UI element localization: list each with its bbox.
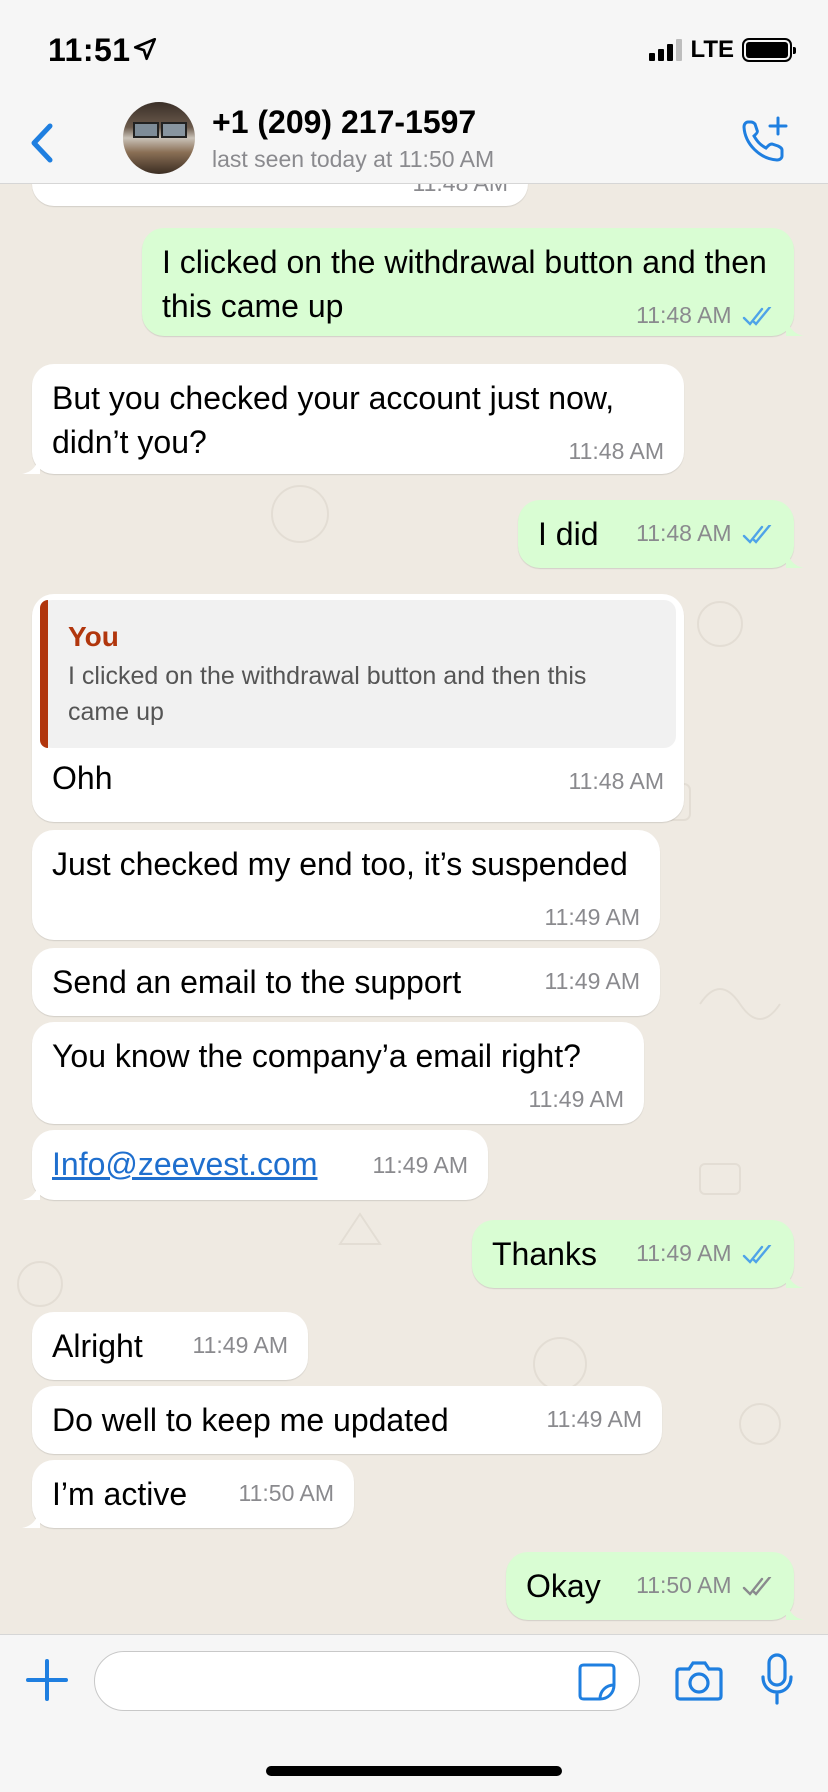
read-receipt-icon xyxy=(742,524,772,544)
battery-icon xyxy=(742,38,796,62)
avatar[interactable] xyxy=(123,102,195,174)
message-text: Just checked my end too, it’s suspended xyxy=(52,846,628,882)
message-bubble-incoming-reply[interactable]: You I clicked on the withdrawal button a… xyxy=(32,594,684,822)
chat-messages[interactable]: 11:48 AM I clicked on the withdrawal but… xyxy=(0,184,828,1634)
message-bubble-incoming[interactable]: You know the company’a email right? 11:4… xyxy=(32,1022,644,1124)
message-input[interactable] xyxy=(94,1651,640,1711)
sticker-icon[interactable] xyxy=(576,1661,618,1703)
email-link[interactable]: Info@zeevest.com xyxy=(52,1146,317,1182)
bubble-tail xyxy=(22,1506,40,1528)
message-time: 11:49 AM xyxy=(544,968,640,994)
quoted-text: I clicked on the withdrawal button and t… xyxy=(68,662,587,726)
delivered-receipt-icon xyxy=(742,1576,772,1596)
message-time: 11:50 AM xyxy=(636,1572,732,1598)
bubble-tail xyxy=(22,1178,40,1200)
bubble-tail xyxy=(22,452,40,474)
read-receipt-icon xyxy=(742,306,772,326)
message-time: 11:49 AM xyxy=(544,904,640,930)
message-text: But you checked your account just now, d… xyxy=(52,380,615,460)
message-bubble-incoming[interactable]: Just checked my end too, it’s suspended … xyxy=(32,830,660,940)
message-text: Thanks xyxy=(492,1236,597,1272)
message-text: Do well to keep me updated xyxy=(52,1402,449,1438)
bubble-tail xyxy=(786,546,804,568)
bubble-tail xyxy=(786,1598,804,1620)
location-arrow-icon xyxy=(133,37,157,61)
message-time: 11:49 AM xyxy=(546,1406,642,1432)
last-seen-status: last seen today at 11:50 AM xyxy=(212,146,495,172)
message-text: Okay xyxy=(526,1568,601,1604)
message-time: 11:49 AM xyxy=(528,1086,624,1112)
home-indicator[interactable] xyxy=(266,1766,562,1776)
read-receipt-icon xyxy=(742,1244,772,1264)
add-call-icon[interactable] xyxy=(738,114,790,166)
status-time: 11:51 xyxy=(48,32,131,68)
status-indicators: LTE xyxy=(649,36,796,64)
quoted-message[interactable]: You I clicked on the withdrawal button a… xyxy=(40,600,676,748)
bubble-tail xyxy=(786,1266,804,1288)
message-text: Ohh xyxy=(52,760,113,796)
message-time: 11:48 AM xyxy=(636,520,732,546)
message-time: 11:48 AM xyxy=(413,184,508,196)
message-bubble-incoming[interactable]: 11:48 AM xyxy=(32,184,528,206)
message-bubble-incoming[interactable]: Do well to keep me updated 11:49 AM xyxy=(32,1386,662,1454)
message-text: Send an email to the support xyxy=(52,964,462,1000)
message-time: 11:49 AM xyxy=(192,1332,288,1358)
message-text: I’m active xyxy=(52,1476,188,1512)
message-time: 11:48 AM xyxy=(568,768,664,794)
message-bubble-outgoing[interactable]: Thanks 11:49 AM xyxy=(472,1220,804,1288)
status-bar: 11:51 LTE xyxy=(0,0,828,100)
message-text: I did xyxy=(538,516,599,552)
message-time: 11:50 AM xyxy=(238,1480,334,1506)
contact-name[interactable]: +1 (209) 217-1597 xyxy=(212,104,476,141)
message-bubble-incoming[interactable]: I’m active 11:50 AM xyxy=(22,1460,354,1528)
message-time: 11:49 AM xyxy=(372,1152,468,1178)
message-bubble-incoming[interactable]: Info@zeevest.com 11:49 AM xyxy=(22,1130,488,1200)
plus-icon[interactable] xyxy=(24,1657,70,1703)
network-type: LTE xyxy=(690,36,734,63)
message-text: You know the company’a email right? xyxy=(52,1038,581,1074)
message-time: 11:48 AM xyxy=(568,438,664,464)
message-text: Alright xyxy=(52,1328,143,1364)
message-bubble-outgoing[interactable]: Okay 11:50 AM xyxy=(506,1552,804,1620)
quoted-author: You xyxy=(68,621,119,652)
message-time: 11:49 AM xyxy=(636,1240,732,1266)
message-time: 11:48 AM xyxy=(636,302,732,328)
message-bubble-incoming[interactable]: Alright 11:49 AM xyxy=(32,1312,308,1380)
message-bubble-incoming[interactable]: But you checked your account just now, d… xyxy=(22,364,684,474)
camera-icon[interactable] xyxy=(674,1657,724,1703)
microphone-icon[interactable] xyxy=(760,1653,794,1705)
cell-signal-icon xyxy=(649,39,683,61)
chat-header: +1 (209) 217-1597 last seen today at 11:… xyxy=(0,100,828,184)
bubble-tail xyxy=(786,314,804,336)
message-bubble-outgoing[interactable]: I clicked on the withdrawal button and t… xyxy=(142,228,804,336)
message-bubble-outgoing[interactable]: I did 11:48 AM xyxy=(518,500,804,568)
chevron-left-icon[interactable] xyxy=(22,118,62,168)
message-bubble-incoming[interactable]: Send an email to the support 11:49 AM xyxy=(32,948,660,1016)
